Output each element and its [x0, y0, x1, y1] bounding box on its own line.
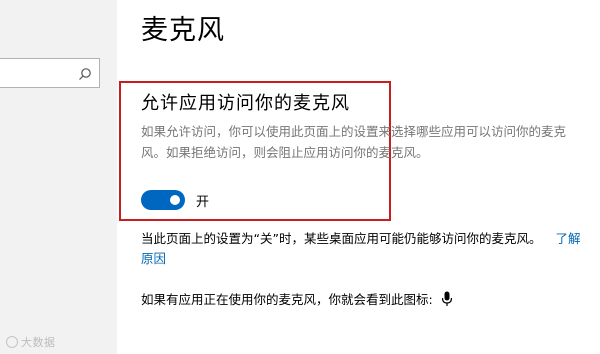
toggle-label: 开	[196, 195, 210, 210]
icon-notice: 如果有应用正在使用你的麦克风，你就会看到此图标:	[141, 289, 453, 308]
microphone-access-toggle[interactable]	[141, 190, 185, 210]
page-title: 麦克风	[141, 15, 225, 46]
toggle-knob	[170, 195, 180, 205]
desktop-apps-note: 当此页面上的设置为“关”时，某些桌面应用可能仍能够访问你的麦克风。 了解原因	[141, 229, 585, 269]
main-content: 麦克风 允许应用访问你的麦克风 如果允许访问，你可以使用此页面上的设置来选择哪些…	[117, 0, 600, 354]
permission-heading: 允许应用访问你的麦克风	[141, 93, 350, 114]
note-text: 当此页面上的设置为“关”时，某些桌面应用可能仍能够访问你的麦克风。	[141, 231, 542, 246]
permission-description: 如果允许访问，你可以使用此页面上的设置来选择哪些应用可以访问你的麦克风。如果拒绝…	[141, 124, 567, 160]
search-icon[interactable]	[78, 66, 92, 80]
microphone-icon	[441, 291, 453, 307]
icon-notice-text: 如果有应用正在使用你的麦克风，你就会看到此图标:	[141, 292, 433, 307]
sidebar: 大数据	[0, 0, 117, 354]
watermark: 大数据	[6, 334, 56, 350]
watermark-logo-icon	[6, 336, 18, 348]
search-input[interactable]	[0, 58, 100, 88]
watermark-text: 大数据	[21, 336, 56, 349]
